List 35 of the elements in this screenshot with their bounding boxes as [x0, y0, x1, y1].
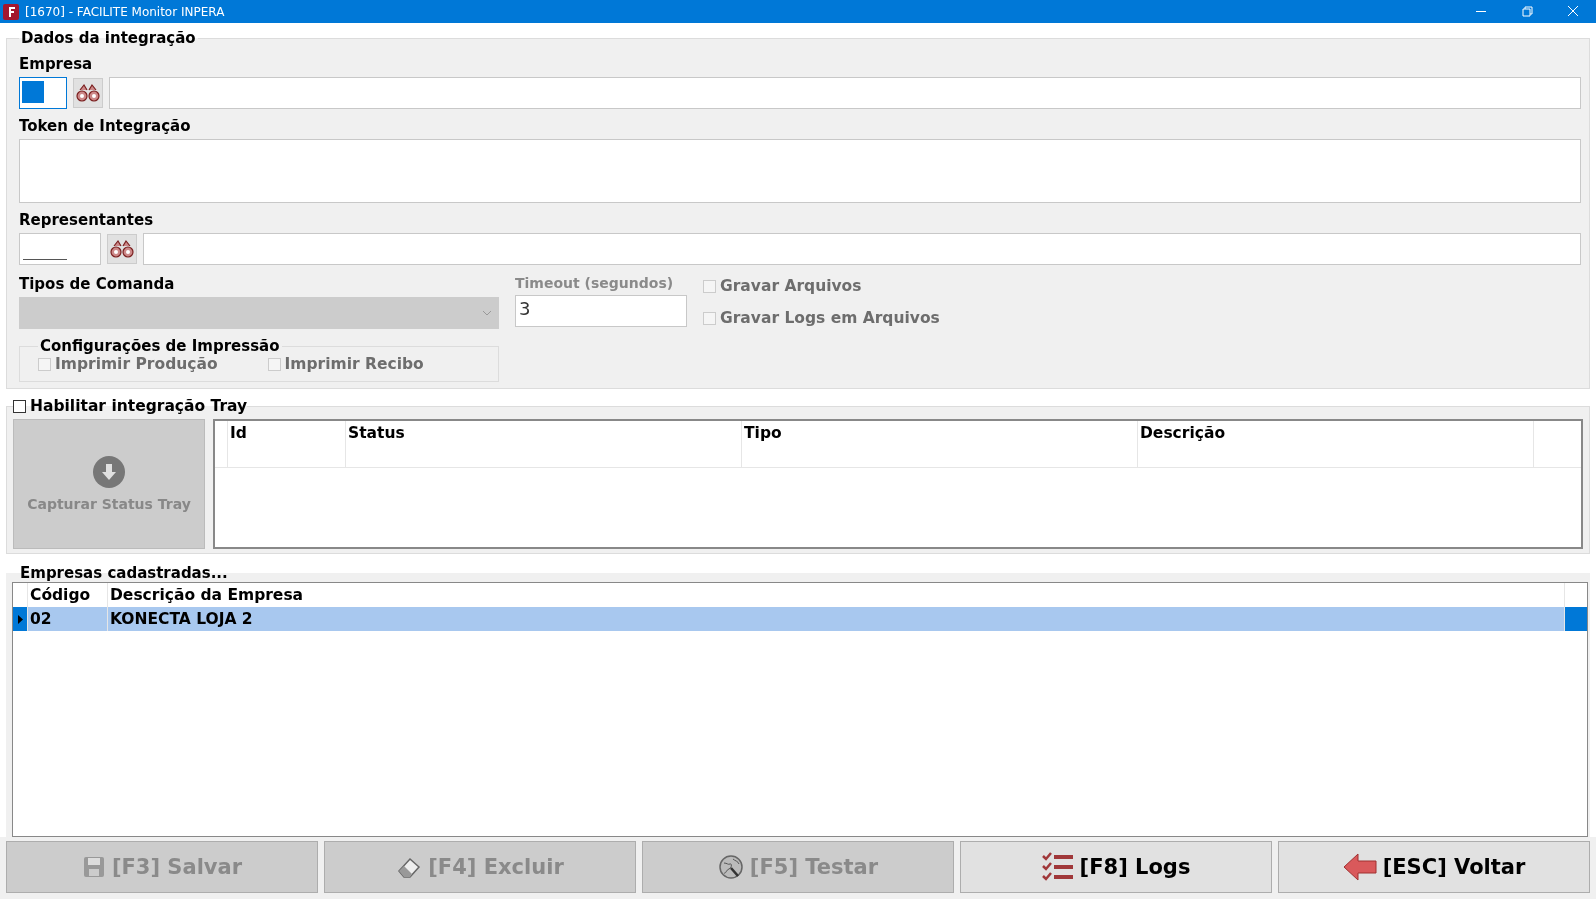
eraser-icon	[396, 855, 423, 879]
back-button[interactable]: [ESC] Voltar	[1278, 841, 1590, 893]
field-label: Timeout (segundos)	[515, 275, 675, 291]
group-title: Configurações de Impressão	[39, 337, 281, 355]
group-title: Empresas cadastradas...	[19, 564, 229, 582]
field-label: Empresa	[19, 55, 94, 73]
binoculars-icon	[109, 239, 135, 259]
representative-code-field[interactable]	[19, 233, 101, 265]
logs-button[interactable]: [F8] Logs	[960, 841, 1272, 893]
search-button[interactable]	[107, 234, 137, 264]
binoculars-icon	[75, 83, 101, 103]
table-cell: 02	[28, 607, 108, 631]
field-label: Representantes	[19, 211, 155, 229]
company-name-field[interactable]	[109, 77, 1581, 109]
checklist-icon	[1041, 852, 1074, 882]
row-pointer-icon	[17, 614, 23, 624]
checkbox[interactable]: Habilitar integração Tray	[13, 397, 248, 415]
search-button[interactable]	[73, 78, 103, 108]
representative-name-field[interactable]	[143, 233, 1581, 265]
column-header: Descrição	[1138, 421, 1534, 445]
table-cell: KONECTA LOJA 2	[108, 607, 1565, 631]
company-code-field[interactable]	[19, 77, 67, 109]
download-icon	[93, 456, 125, 488]
field-label: Tipos de Comanda	[19, 275, 176, 293]
chevron-down-icon	[482, 310, 492, 316]
column-header: Tipo	[742, 421, 1138, 445]
window-title: [1670] - FACILITE Monitor INPERA	[25, 4, 225, 19]
app-logo-icon	[3, 3, 19, 20]
table-row[interactable]: 02 KONECTA LOJA 2	[13, 607, 1587, 631]
token-field[interactable]	[19, 139, 1581, 203]
column-header: Status	[346, 421, 742, 445]
column-header: Id	[228, 421, 346, 445]
arrow-left-icon	[1342, 853, 1377, 881]
field-label: Token de Integração	[19, 117, 192, 135]
group-title: Dados da integração	[20, 29, 197, 47]
